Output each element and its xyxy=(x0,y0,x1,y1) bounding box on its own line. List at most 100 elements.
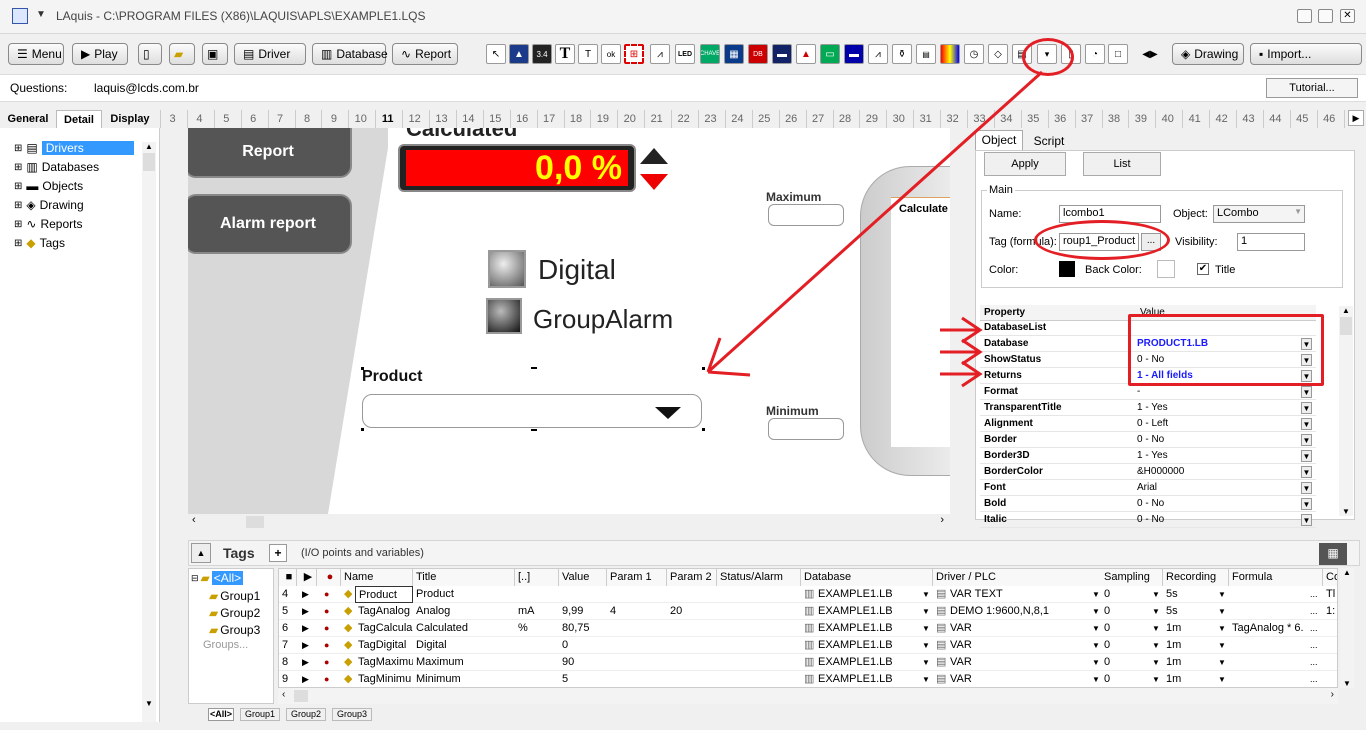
expand-icon[interactable]: ⊞ xyxy=(14,200,22,211)
chevron-down-icon[interactable]: ▼ xyxy=(1215,654,1226,671)
column-header[interactable]: Formula xyxy=(1229,569,1323,586)
chevron-down-icon[interactable]: ▼ xyxy=(1089,586,1100,603)
page-tab-39[interactable]: 39 xyxy=(1128,110,1152,128)
list-button[interactable]: List xyxy=(1083,152,1161,176)
cell-samp[interactable]: 0 xyxy=(1101,603,1147,620)
tree-item-objects[interactable]: ⊞ ▬ Objects xyxy=(14,178,83,194)
cell-title[interactable]: Calculated xyxy=(413,620,515,637)
report-nav-button[interactable]: Report xyxy=(188,128,352,178)
cell-p1[interactable] xyxy=(607,654,667,671)
cell-title[interactable]: Digital xyxy=(413,637,515,654)
add-tag-button[interactable]: + xyxy=(269,544,287,562)
chevron-down-icon[interactable]: ▼ xyxy=(1149,586,1160,603)
chevron-down-icon[interactable]: ▼ xyxy=(919,620,930,637)
cell-db[interactable]: EXAMPLE1.LB xyxy=(815,671,919,687)
page-tab-37[interactable]: 37 xyxy=(1074,110,1099,128)
cell-title[interactable]: Minimum xyxy=(413,671,515,687)
gauge-tool-icon[interactable]: ◔ xyxy=(1085,44,1105,64)
page-tab-45[interactable]: 45 xyxy=(1289,110,1314,128)
chevron-down-icon[interactable]: ▼ xyxy=(1149,603,1160,620)
column-header[interactable]: [..] xyxy=(515,569,559,586)
page-tab-18[interactable]: 18 xyxy=(563,110,588,128)
cell-rec[interactable]: 1m xyxy=(1163,654,1213,671)
cell-p1[interactable] xyxy=(607,586,667,603)
page-tab-40[interactable]: 40 xyxy=(1155,110,1179,128)
cell-unit[interactable]: % xyxy=(515,620,559,637)
cell-db[interactable]: EXAMPLE1.LB xyxy=(815,603,919,620)
column-header[interactable]: Param 1 xyxy=(607,569,667,586)
cell-p2[interactable] xyxy=(667,654,717,671)
chevron-down-icon[interactable]: ▼ xyxy=(1149,671,1160,687)
tree-item-drawing[interactable]: ⊞ ◈ Drawing xyxy=(14,197,84,213)
property-row[interactable]: TransparentTitle 1 - Yes ▼ xyxy=(980,400,1316,416)
chevron-down-icon[interactable]: ▼ xyxy=(919,671,930,687)
cell-samp[interactable]: 0 xyxy=(1101,586,1147,603)
property-value[interactable]: 0 - Left xyxy=(1137,418,1168,429)
collapse-icon[interactable]: ⊟ xyxy=(191,573,199,584)
column-header[interactable]: Title xyxy=(413,569,515,586)
cell-co[interactable] xyxy=(1323,654,1337,671)
tree-scrollbar[interactable]: ▲ ▼ xyxy=(142,142,156,722)
row-record-icon[interactable]: ● xyxy=(321,603,329,620)
chevron-down-icon[interactable]: ▼ xyxy=(1089,654,1100,671)
tree-item-reports[interactable]: ⊞ ∿ Reports xyxy=(14,216,82,232)
scroll-arrows-icon[interactable]: ◀▶ xyxy=(1140,44,1160,64)
chevron-down-icon[interactable]: ▼ xyxy=(1301,498,1312,510)
cell-name[interactable]: TagMaximu xyxy=(355,654,413,671)
bottom-tab-group1[interactable]: Group1 xyxy=(240,708,280,721)
property-row[interactable]: Bold 0 - No ▼ xyxy=(980,496,1316,512)
image-tool-icon[interactable]: ▲ xyxy=(509,44,529,64)
property-row[interactable]: Alignment 0 - Left ▼ xyxy=(980,416,1316,432)
groups-more[interactable]: Groups... xyxy=(203,639,248,651)
column-header[interactable]: Status/Alarm xyxy=(717,569,801,586)
cell-rec[interactable]: 1m xyxy=(1163,620,1213,637)
chevron-down-icon[interactable]: ▼ xyxy=(1089,637,1100,654)
chevron-down-icon[interactable]: ▼ xyxy=(919,637,930,654)
property-value[interactable]: 0 - No xyxy=(1137,498,1164,509)
property-row[interactable]: Border 0 - No ▼ xyxy=(980,432,1316,448)
visibility-field[interactable]: 1 xyxy=(1237,233,1305,251)
cell-formula[interactable] xyxy=(1229,671,1307,687)
column-header[interactable]: Recording xyxy=(1163,569,1229,586)
page-tab-6[interactable]: 6 xyxy=(240,110,265,128)
cell-drv[interactable]: VAR xyxy=(947,671,1089,687)
property-row[interactable]: Italic 0 - No ▼ xyxy=(980,512,1316,528)
chevron-down-icon[interactable]: ▼ xyxy=(1301,514,1312,526)
row-record-icon[interactable]: ● xyxy=(321,620,329,637)
cell-co[interactable] xyxy=(1323,671,1337,687)
page-tab-11[interactable]: 11 xyxy=(375,110,399,128)
page-tab-16[interactable]: 16 xyxy=(509,110,534,128)
cell-name[interactable]: TagDigital xyxy=(355,637,413,654)
tab-general[interactable]: General xyxy=(2,110,54,128)
chevron-down-icon[interactable]: ▼ xyxy=(1301,434,1312,446)
column-header[interactable]: Sampling xyxy=(1101,569,1163,586)
page-tab-21[interactable]: 21 xyxy=(644,110,668,128)
cell-formula[interactable] xyxy=(1229,586,1307,603)
cell-p2[interactable] xyxy=(667,586,717,603)
property-row[interactable]: BorderColor &H000000 ▼ xyxy=(980,464,1316,480)
cell-name[interactable]: TagAnalog xyxy=(355,603,413,620)
canvas-h-scrollbar[interactable]: ‹ › xyxy=(188,514,950,530)
cell-co[interactable] xyxy=(1323,620,1337,637)
up-down-arrows-icon[interactable] xyxy=(640,148,668,190)
tab-detail[interactable]: Detail xyxy=(56,110,102,128)
cell-drv[interactable]: DEMO 1:9600,N,8,1 xyxy=(947,603,1089,620)
chevron-down-icon[interactable]: ▼ xyxy=(1149,654,1160,671)
drawing-button[interactable]: ◈ Drawing xyxy=(1172,43,1244,65)
property-value[interactable]: 1 - Yes xyxy=(1137,402,1168,413)
cell-title[interactable]: Product xyxy=(413,586,515,603)
property-value[interactable]: Arial xyxy=(1137,482,1157,493)
open-folder-button[interactable]: ▰ xyxy=(169,43,195,65)
row-play-icon[interactable]: ▶ xyxy=(299,586,309,603)
cell-p1[interactable] xyxy=(607,637,667,654)
cell-p2[interactable] xyxy=(667,637,717,654)
property-value[interactable]: 0 - No xyxy=(1137,434,1164,445)
cell-samp[interactable]: 0 xyxy=(1101,637,1147,654)
chevron-down-icon[interactable]: ▼ xyxy=(1149,637,1160,654)
bottom-tab-group3[interactable]: Group3 xyxy=(332,708,372,721)
database-button[interactable]: ▥ Database xyxy=(312,43,388,65)
page-tab-20[interactable]: 20 xyxy=(617,110,641,128)
row-play-icon[interactable]: ▶ xyxy=(299,637,309,654)
cell-formula[interactable] xyxy=(1229,603,1307,620)
questions-email[interactable]: laquis@lcds.com.br xyxy=(94,81,199,95)
